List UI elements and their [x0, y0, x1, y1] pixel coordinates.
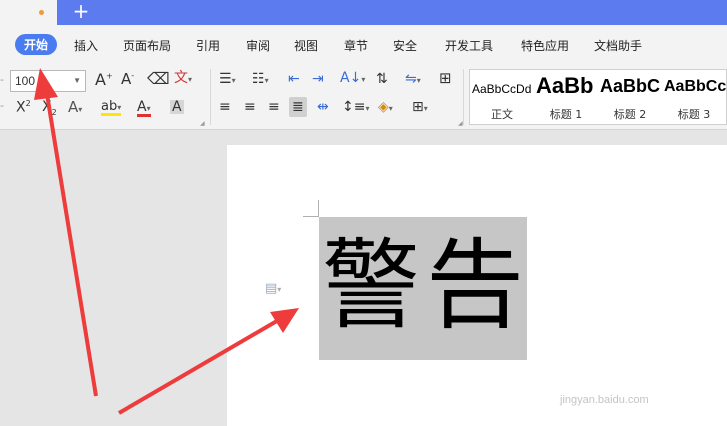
margin-mark	[318, 200, 319, 216]
margin-mark	[303, 216, 319, 217]
char-shading-icon[interactable]: A	[170, 100, 184, 114]
style-name: 标题 2	[613, 108, 647, 121]
text-effect-icon[interactable]: A▾	[68, 100, 82, 115]
style-heading-1[interactable]: AaBb 标题 1	[534, 70, 598, 124]
highlight-icon[interactable]: ab▾	[101, 100, 122, 116]
show-marks-icon[interactable]: ⇋▾	[405, 72, 421, 86]
menu-home[interactable]: 开始	[15, 34, 58, 55]
style-heading-2[interactable]: AaBbC 标题 2	[598, 70, 662, 124]
sort-icon[interactable]: A↓▾	[340, 71, 365, 85]
menu-insert[interactable]: 插入	[74, 37, 98, 54]
superscript-icon[interactable]: X2	[16, 100, 31, 115]
grow-font-icon[interactable]: A+	[95, 72, 113, 88]
font-color-icon[interactable]: A▾	[137, 100, 151, 117]
justify-icon[interactable]: ≣	[289, 97, 307, 117]
table-icon[interactable]: ⊞	[439, 71, 452, 86]
divider	[210, 69, 211, 125]
shrink-font-icon[interactable]: A-	[121, 72, 134, 87]
paragraph-icon[interactable]: ▤▾	[265, 281, 281, 296]
style-name: 标题 1	[549, 108, 583, 121]
align-right-icon[interactable]: ≡	[268, 100, 280, 114]
chevron-down-icon[interactable]: ▼	[73, 71, 81, 91]
style-sample: AaBbCc	[664, 78, 726, 95]
divider	[463, 69, 464, 125]
menu-doc-assistant[interactable]: 文档助手	[594, 37, 642, 54]
style-name: 标题 3	[677, 108, 711, 121]
line-spacing-icon[interactable]: ↕≡▾	[342, 100, 369, 114]
arrow-to-font-size	[44, 87, 98, 397]
font-size-field[interactable]: 100 ▼	[10, 70, 86, 92]
menu-sections[interactable]: 章节	[344, 37, 368, 54]
font-name-edge: -	[0, 73, 4, 86]
align-left-icon[interactable]: ≡	[219, 100, 231, 114]
watermark: Bai 经验 jingyan.baidu.com	[558, 350, 727, 410]
style-sample: AaBbCcDd	[472, 82, 532, 96]
style-name: 正文	[491, 108, 513, 121]
indent-icon[interactable]: ⇥	[312, 72, 324, 86]
subscript-icon[interactable]: X2	[42, 100, 57, 117]
paragraph-dialog-launcher-icon[interactable]: ◢	[458, 121, 463, 127]
borders-icon[interactable]: ⊞▾	[412, 100, 428, 114]
watermark-sub: jingyan.baidu.com	[560, 394, 649, 406]
ribbon: - 100 ▼ A+ A- ⌫ 文▾ - X2 X2 A▾ ab▾ A▾ A ☰…	[0, 63, 727, 130]
style-sample: AaBbC	[600, 76, 661, 96]
style-heading-3[interactable]: AaBbCc 标题 3	[662, 70, 726, 124]
menu-review[interactable]: 审阅	[246, 37, 270, 54]
menu-bar: 开始 插入 页面布局 引用 审阅 视图 章节 安全 开发工具 特色应用 文档助手	[0, 25, 727, 63]
clear-format-icon[interactable]: ⌫	[147, 71, 170, 87]
numbering-icon[interactable]: ☷▾	[252, 72, 269, 86]
new-tab-icon[interactable]: +	[71, 0, 91, 25]
menu-page-layout[interactable]: 页面布局	[123, 37, 171, 54]
style-sample: AaBb	[536, 73, 594, 98]
document-text[interactable]: 警告	[322, 224, 530, 349]
align-center-icon[interactable]: ≡	[244, 100, 256, 114]
unsaved-dot-icon	[39, 10, 44, 15]
menu-security[interactable]: 安全	[393, 37, 417, 54]
shading-icon[interactable]: ◈▾	[378, 100, 393, 114]
font-size-value: 100	[15, 74, 36, 88]
title-bar	[0, 0, 727, 25]
bullets-icon[interactable]: ☰▾	[219, 72, 236, 86]
phonetic-icon[interactable]: 文▾	[174, 71, 192, 85]
outdent-icon[interactable]: ⇤	[288, 72, 300, 86]
row-edge: -	[0, 99, 4, 112]
style-gallery: AaBbCcDd 正文 AaBb 标题 1 AaBbC 标题 2 AaBbCc …	[469, 69, 727, 125]
font-dialog-launcher-icon[interactable]: ◢	[200, 121, 205, 127]
menu-features[interactable]: 特色应用	[521, 37, 569, 54]
document-tab[interactable]	[0, 0, 57, 25]
style-normal[interactable]: AaBbCcDd 正文	[470, 70, 534, 124]
menu-view[interactable]: 视图	[294, 37, 318, 54]
watermark-main: Bai 经验	[558, 361, 660, 389]
distributed-icon[interactable]: ⇹	[317, 100, 329, 114]
sort-desc-icon[interactable]: ⇅	[376, 72, 388, 86]
menu-references[interactable]: 引用	[196, 37, 220, 54]
menu-developer[interactable]: 开发工具	[445, 37, 493, 54]
